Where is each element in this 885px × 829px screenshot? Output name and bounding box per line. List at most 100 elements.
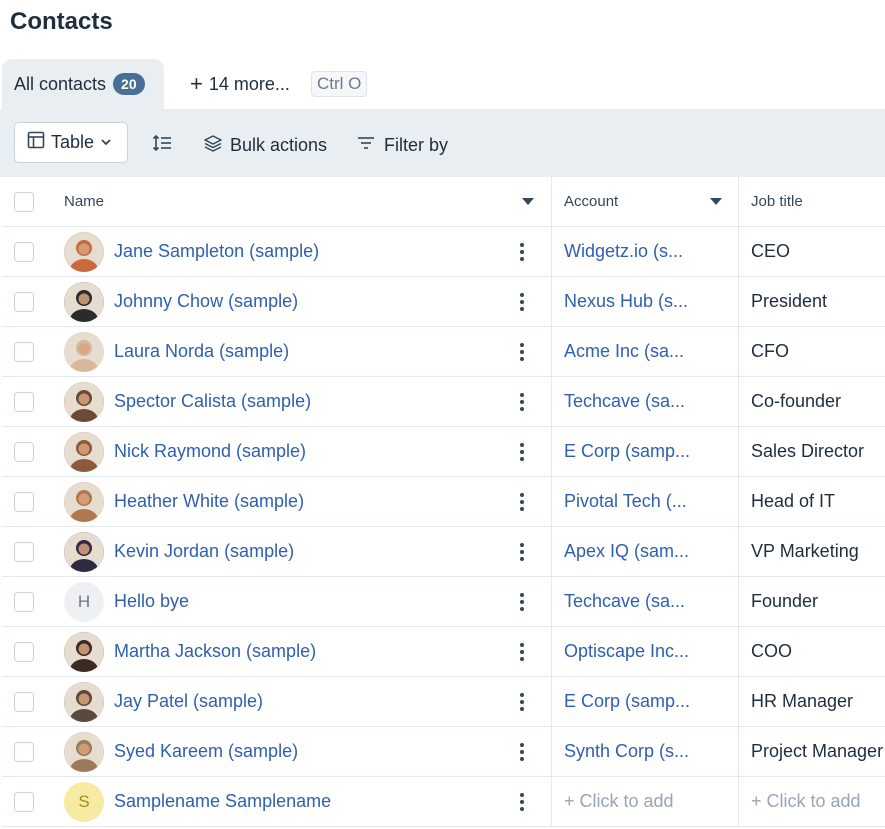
row-more-options-button[interactable] <box>510 690 534 714</box>
account-cell[interactable]: Optiscape Inc... <box>552 627 739 676</box>
account-cell[interactable]: E Corp (samp... <box>552 427 739 476</box>
bulk-actions-button[interactable]: Bulk actions <box>204 133 327 157</box>
job-title-cell[interactable]: Sales Director <box>739 427 885 476</box>
row-checkbox[interactable] <box>14 741 34 762</box>
table-row[interactable]: Jay Patel (sample) E Corp (samp... HR Ma… <box>2 677 885 727</box>
table-row[interactable]: Johnny Chow (sample) Nexus Hub (s... Pre… <box>2 277 885 327</box>
row-checkbox[interactable] <box>14 391 34 412</box>
contact-name-link[interactable]: Samplename Samplename <box>114 791 331 812</box>
job-title-cell[interactable]: President <box>739 277 885 326</box>
contact-name-link[interactable]: Syed Kareem (sample) <box>114 741 298 762</box>
table-row[interactable]: H Hello bye Techcave (sa... Founder <box>2 577 885 627</box>
table-row[interactable]: Nick Raymond (sample) E Corp (samp... Sa… <box>2 427 885 477</box>
row-checkbox[interactable] <box>14 341 34 362</box>
account-link[interactable]: Techcave (sa... <box>564 591 685 612</box>
job-title-cell[interactable]: + Click to add <box>739 777 885 826</box>
account-cell[interactable]: Pivotal Tech (... <box>552 477 739 526</box>
account-cell[interactable]: Acme Inc (sa... <box>552 327 739 376</box>
job-title-cell[interactable]: VP Marketing <box>739 527 885 576</box>
kebab-menu-icon <box>520 243 524 247</box>
contact-name-link[interactable]: Spector Calista (sample) <box>114 391 311 412</box>
account-cell[interactable]: + Click to add <box>552 777 739 826</box>
account-cell[interactable]: Apex IQ (sam... <box>552 527 739 576</box>
job-title-cell[interactable]: HR Manager <box>739 677 885 726</box>
account-cell[interactable]: Nexus Hub (s... <box>552 277 739 326</box>
account-cell[interactable]: Techcave (sa... <box>552 377 739 426</box>
account-link[interactable]: Synth Corp (s... <box>564 741 689 762</box>
account-link[interactable]: E Corp (samp... <box>564 691 690 712</box>
select-all-checkbox[interactable] <box>14 191 34 212</box>
contact-name-link[interactable]: Laura Norda (sample) <box>114 341 289 362</box>
table-row[interactable]: Syed Kareem (sample) Synth Corp (s... Pr… <box>2 727 885 777</box>
filter-icon <box>356 135 376 156</box>
account-link[interactable]: Nexus Hub (s... <box>564 291 688 312</box>
contact-name-link[interactable]: Jay Patel (sample) <box>114 691 263 712</box>
row-checkbox[interactable] <box>14 591 34 612</box>
job-title-cell[interactable]: CEO <box>739 227 885 276</box>
sort-caret-icon[interactable] <box>710 198 722 205</box>
table-row[interactable]: Heather White (sample) Pivotal Tech (...… <box>2 477 885 527</box>
add-job-title-link[interactable]: + Click to add <box>751 791 861 812</box>
row-checkbox[interactable] <box>14 641 34 662</box>
account-link[interactable]: Optiscape Inc... <box>564 641 689 662</box>
account-link[interactable]: Acme Inc (sa... <box>564 341 684 362</box>
account-cell[interactable]: Techcave (sa... <box>552 577 739 626</box>
table-row[interactable]: S Samplename Samplename + Click to add +… <box>2 777 885 827</box>
row-more-options-button[interactable] <box>510 490 534 514</box>
sort-caret-icon[interactable] <box>522 198 534 205</box>
row-more-options-button[interactable] <box>510 590 534 614</box>
job-title-cell[interactable]: Co-founder <box>739 377 885 426</box>
header-account-cell[interactable]: Account <box>552 177 739 226</box>
job-title-cell[interactable]: COO <box>739 627 885 676</box>
contacts-table: Name Account Job title Jane Sampleton (s… <box>2 177 885 829</box>
row-more-options-button[interactable] <box>510 390 534 414</box>
row-height-button[interactable] <box>150 133 174 157</box>
contact-name-link[interactable]: Jane Sampleton (sample) <box>114 241 319 262</box>
contact-name-link[interactable]: Johnny Chow (sample) <box>114 291 298 312</box>
job-title-cell[interactable]: Project Manager <box>739 727 885 776</box>
table-row[interactable]: Jane Sampleton (sample) Widgetz.io (s...… <box>2 227 885 277</box>
table-row[interactable]: Laura Norda (sample) Acme Inc (sa... CFO <box>2 327 885 377</box>
table-row[interactable]: Martha Jackson (sample) Optiscape Inc...… <box>2 627 885 677</box>
account-cell[interactable]: Widgetz.io (s... <box>552 227 739 276</box>
account-link[interactable]: Widgetz.io (s... <box>564 241 683 262</box>
row-more-options-button[interactable] <box>510 290 534 314</box>
contact-name-link[interactable]: Kevin Jordan (sample) <box>114 541 294 562</box>
add-account-link[interactable]: + Click to add <box>564 791 674 812</box>
job-title-cell[interactable]: CFO <box>739 327 885 376</box>
table-row[interactable]: Kevin Jordan (sample) Apex IQ (sam... VP… <box>2 527 885 577</box>
row-checkbox[interactable] <box>14 791 34 812</box>
more-views-button[interactable]: + 14 more... <box>190 59 290 109</box>
row-checkbox[interactable] <box>14 291 34 312</box>
contact-name-link[interactable]: Martha Jackson (sample) <box>114 641 316 662</box>
contact-name-link[interactable]: Heather White (sample) <box>114 491 304 512</box>
account-link[interactable]: Pivotal Tech (... <box>564 491 687 512</box>
account-link[interactable]: Techcave (sa... <box>564 391 685 412</box>
job-title-cell[interactable]: Head of IT <box>739 477 885 526</box>
row-more-options-button[interactable] <box>510 440 534 464</box>
table-row[interactable]: Spector Calista (sample) Techcave (sa...… <box>2 377 885 427</box>
row-more-options-button[interactable] <box>510 790 534 814</box>
filter-by-button[interactable]: Filter by <box>356 133 448 157</box>
view-select-button[interactable]: Table <box>14 122 128 163</box>
job-title-cell[interactable]: Founder <box>739 577 885 626</box>
account-cell[interactable]: Synth Corp (s... <box>552 727 739 776</box>
row-more-options-button[interactable] <box>510 240 534 264</box>
header-job-title-cell[interactable]: Job title <box>739 177 885 226</box>
contact-name-link[interactable]: Nick Raymond (sample) <box>114 441 306 462</box>
row-more-options-button[interactable] <box>510 640 534 664</box>
row-checkbox[interactable] <box>14 541 34 562</box>
row-checkbox[interactable] <box>14 691 34 712</box>
header-name-cell[interactable]: Name <box>46 177 552 226</box>
row-checkbox[interactable] <box>14 241 34 262</box>
account-link[interactable]: Apex IQ (sam... <box>564 541 689 562</box>
row-more-options-button[interactable] <box>510 340 534 364</box>
row-checkbox[interactable] <box>14 491 34 512</box>
contact-name-link[interactable]: Hello bye <box>114 591 189 612</box>
row-more-options-button[interactable] <box>510 540 534 564</box>
account-link[interactable]: E Corp (samp... <box>564 441 690 462</box>
row-more-options-button[interactable] <box>510 740 534 764</box>
account-cell[interactable]: E Corp (samp... <box>552 677 739 726</box>
row-checkbox[interactable] <box>14 441 34 462</box>
tab-all-contacts[interactable]: All contacts 20 <box>2 59 164 109</box>
